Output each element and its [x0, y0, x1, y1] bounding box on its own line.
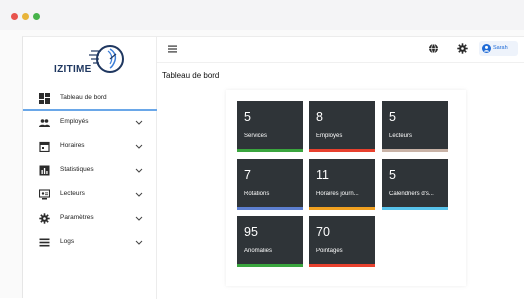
- sidebar-item-employes[interactable]: Employés: [23, 111, 157, 135]
- stat-card-horaires-journaliers[interactable]: 11 Horaires journ...: [309, 159, 375, 210]
- sidebar-item-label: Employés: [60, 118, 89, 125]
- card-label: Calendriers d's...: [389, 191, 434, 197]
- hamburger-menu-icon[interactable]: [168, 45, 177, 53]
- chevron-down-icon[interactable]: [135, 118, 143, 126]
- sidebar-item-logs[interactable]: Logs: [23, 231, 157, 255]
- logo-mark-icon: [89, 45, 124, 73]
- stat-card-pointages[interactable]: 70 Pointages: [309, 216, 375, 267]
- card-label: Pointages: [316, 248, 343, 254]
- sidebar-item-statistiques[interactable]: Statistiques: [23, 159, 157, 183]
- page-title: Tableau de bord: [162, 71, 220, 80]
- sidebar-item-label: Lecteurs: [60, 190, 85, 197]
- minimize-window-button[interactable]: [22, 13, 29, 20]
- card-label: Anomalies: [244, 248, 273, 254]
- bar-chart-icon: [39, 165, 50, 176]
- stat-card-lecteurs[interactable]: 5 Lecteurs: [382, 101, 448, 152]
- user-name: Sarah: [493, 45, 508, 51]
- browser-window: IZITIME Tableau de bord Employés Horaire…: [0, 0, 524, 299]
- card-value: 5: [389, 168, 396, 182]
- card-label: Horaires journ...: [316, 191, 359, 197]
- chevron-down-icon[interactable]: [135, 214, 143, 222]
- close-window-button[interactable]: [11, 13, 18, 20]
- sidebar-item-lecteurs[interactable]: Lecteurs: [23, 183, 157, 207]
- globe-icon[interactable]: [428, 43, 439, 54]
- calendar-icon: [39, 141, 50, 152]
- card-value: 11: [316, 168, 329, 182]
- card-label: Rotations: [244, 191, 270, 197]
- stat-card-calendriers[interactable]: 5 Calendriers d's...: [382, 159, 448, 210]
- stat-card-services[interactable]: 5 Services: [237, 101, 303, 152]
- dashboard-panel: 5 Services 8 Employés 5 Lecteurs 7 Rotat…: [226, 90, 466, 286]
- people-icon: [39, 119, 50, 127]
- card-color-bar: [237, 207, 303, 210]
- sidebar-item-label: Tableau de bord: [60, 94, 107, 101]
- card-color-bar: [382, 207, 448, 210]
- chevron-down-icon[interactable]: [135, 166, 143, 174]
- dashboard-icon: [39, 93, 50, 104]
- app-container: IZITIME Tableau de bord Employés Horaire…: [22, 36, 524, 299]
- sidebar-nav: Tableau de bord Employés Horaires Statis…: [23, 87, 157, 255]
- card-label: Services: [244, 133, 268, 139]
- list-icon: [39, 238, 50, 247]
- card-value: 95: [244, 225, 258, 239]
- card-value: 70: [316, 225, 330, 239]
- card-label: Lecteurs: [389, 133, 413, 139]
- topbar: Sarah: [157, 37, 524, 63]
- card-value: 5: [244, 110, 251, 124]
- card-label: Employés: [316, 133, 343, 139]
- sidebar: IZITIME Tableau de bord Employés Horaire…: [23, 37, 157, 299]
- chevron-down-icon[interactable]: [135, 238, 143, 246]
- card-color-bar: [237, 149, 303, 152]
- chevron-down-icon[interactable]: [135, 142, 143, 150]
- maximize-window-button[interactable]: [33, 13, 40, 20]
- user-avatar-icon: [482, 44, 491, 53]
- chevron-down-icon[interactable]: [135, 190, 143, 198]
- card-color-bar: [309, 149, 375, 152]
- card-value: 8: [316, 110, 323, 124]
- logo-text: IZITIME: [54, 64, 92, 75]
- sidebar-item-tableau-de-bord[interactable]: Tableau de bord: [23, 87, 157, 111]
- stat-card-anomalies[interactable]: 95 Anomalies: [237, 216, 303, 267]
- sidebar-item-horaires[interactable]: Horaires: [23, 135, 157, 159]
- gear-icon: [39, 213, 50, 224]
- sidebar-item-label: Paramètres: [60, 214, 94, 221]
- logo[interactable]: IZITIME: [23, 37, 157, 83]
- sidebar-item-label: Horaires: [60, 142, 85, 149]
- card-color-bar: [382, 149, 448, 152]
- sidebar-item-label: Statistiques: [60, 166, 94, 173]
- card-color-bar: [309, 264, 375, 267]
- window-titlebar: [0, 0, 524, 30]
- sidebar-item-label: Logs: [60, 238, 75, 245]
- user-menu-button[interactable]: Sarah: [479, 41, 518, 56]
- sidebar-item-parametres[interactable]: Paramètres: [23, 207, 157, 231]
- card-value: 7: [244, 168, 251, 182]
- card-value: 5: [389, 110, 396, 124]
- stat-card-employes[interactable]: 8 Employés: [309, 101, 375, 152]
- reader-icon: [39, 189, 50, 200]
- card-color-bar: [309, 207, 375, 210]
- settings-gear-icon[interactable]: [457, 43, 468, 54]
- stat-card-rotations[interactable]: 7 Rotations: [237, 159, 303, 210]
- card-color-bar: [237, 264, 303, 267]
